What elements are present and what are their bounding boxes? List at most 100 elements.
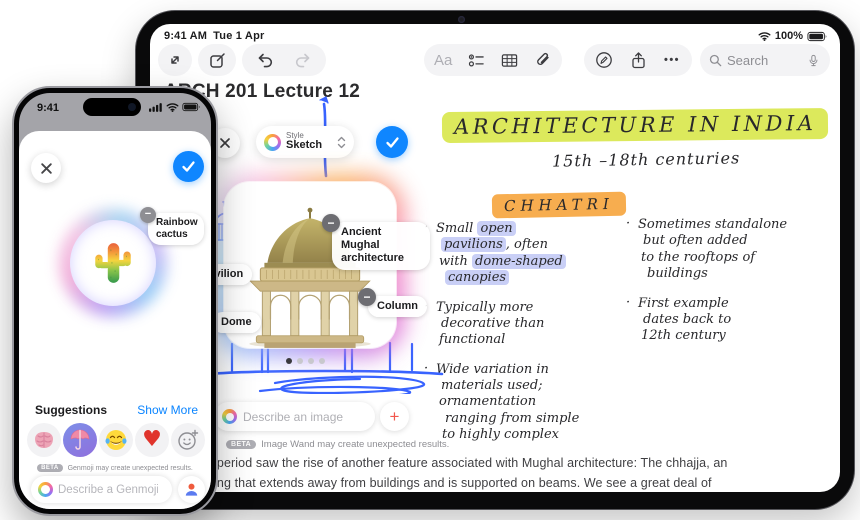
- tag-column[interactable]: − Column: [358, 288, 427, 318]
- undo-redo-group: [242, 44, 326, 76]
- ipad-front-camera: [458, 16, 465, 23]
- search-input[interactable]: [727, 52, 803, 68]
- search-field[interactable]: [700, 44, 830, 76]
- genmoji-close-button[interactable]: [31, 153, 61, 183]
- wifi-icon: [758, 32, 771, 41]
- minimize-icon: [171, 56, 179, 64]
- page-dot[interactable]: [319, 358, 325, 364]
- note-bullets-left: ·Small openpavilions, oftenwith dome-sha…: [424, 220, 631, 457]
- page-dot[interactable]: [308, 358, 314, 364]
- add-to-image-button[interactable]: +: [380, 402, 409, 431]
- body-text-line: ning that extends away from buildings an…: [207, 476, 712, 490]
- battery-icon: [807, 31, 827, 41]
- iphone-screen: 9:41 − Rainbow cactus Suggestions Show M…: [19, 93, 211, 509]
- people-button[interactable]: [178, 476, 205, 503]
- show-more-button[interactable]: Show More: [137, 403, 198, 417]
- close-icon: [40, 162, 52, 174]
- genmoji-beta-note: BETA Genmoji may create unexpected resul…: [19, 464, 211, 472]
- marketing-canvas: 9:41 AM Tue 1 Apr 100% Aa ••• Search ARC…: [0, 0, 860, 520]
- iphone-clock: 9:41: [37, 102, 60, 114]
- page-dots[interactable]: [286, 358, 325, 364]
- rainbow-cactus-genmoji: [95, 243, 131, 283]
- note-bullet: · Sometimes standalone but often added to t…: [626, 216, 788, 282]
- checkmark-icon: [385, 136, 399, 148]
- ipad-date: Tue 1 Apr: [213, 30, 265, 42]
- image-wand-icon: [222, 409, 237, 424]
- person-icon: [185, 483, 198, 496]
- note-heading: ARCHITECTURE IN INDIA: [441, 107, 829, 144]
- chevron-up-down-icon: [337, 136, 346, 148]
- image-wand-beta-note: BETA Image Wand may create unexpected re…: [226, 439, 449, 450]
- beta-text: Image Wand may create unexpected results…: [261, 439, 450, 450]
- ipad-screen: 9:41 AM Tue 1 Apr 100% Aa ••• Search ARC…: [150, 24, 840, 492]
- format-tools-group: Aa: [424, 44, 562, 76]
- note-bullet: · First example dates back to 12th century: [626, 294, 732, 344]
- describe-genmoji-input[interactable]: [58, 483, 158, 496]
- body-text-line: s period saw the rise of another feature…: [207, 456, 728, 470]
- tag-label: Rainbow cactus: [156, 217, 198, 240]
- note-bullets-right: · Sometimes standalone but often added to t…: [626, 216, 833, 358]
- tag-ancient-mughal-architecture[interactable]: − Ancient Mughal architecture: [322, 214, 430, 270]
- remove-tag-icon[interactable]: −: [322, 214, 340, 232]
- genmoji-sheet: − Rainbow cactus Suggestions Show More ♥…: [19, 131, 211, 509]
- remove-tag-icon[interactable]: −: [140, 207, 156, 223]
- checklist-button[interactable]: [462, 44, 490, 76]
- remove-tag-icon[interactable]: −: [358, 288, 376, 306]
- microphone-icon: [809, 54, 818, 66]
- note-bullet: · Wide variation in materials used; ornamen…: [424, 360, 580, 443]
- compose-icon: [209, 52, 225, 68]
- tag-dome[interactable]: Dome: [212, 312, 261, 334]
- tag-label: Ancient Mughal architecture: [341, 226, 404, 265]
- page-dot[interactable]: [286, 358, 292, 364]
- beta-badge: BETA: [37, 464, 63, 472]
- genmoji-icon: [38, 482, 53, 497]
- describe-image-field[interactable]: [214, 402, 375, 431]
- undo-button[interactable]: [251, 44, 279, 76]
- ipad-clock: 9:41 AM: [164, 30, 208, 42]
- plus-icon: +: [389, 406, 400, 426]
- note-bullet: ·Typically moredecorative thanfunctional: [424, 299, 545, 348]
- ipad-status-left: 9:41 AM Tue 1 Apr: [164, 30, 270, 42]
- attachment-button[interactable]: [529, 44, 557, 76]
- minimize-button[interactable]: [158, 44, 192, 76]
- suggestion-emoji-row: ♥: [27, 423, 205, 457]
- ipad-device: 9:41 AM Tue 1 Apr 100% Aa ••• Search ARC…: [135, 10, 855, 510]
- genmoji-confirm-button[interactable]: [173, 151, 204, 182]
- compose-button[interactable]: [198, 44, 236, 76]
- iphone-status-icons: [149, 102, 201, 112]
- note-subheading: 15th –18th centuries: [551, 148, 741, 171]
- tag-rainbow-cactus[interactable]: − Rainbow cactus: [140, 207, 204, 245]
- new-emoji-button[interactable]: [171, 423, 205, 457]
- redo-button[interactable]: [289, 44, 317, 76]
- paperclip-icon: [536, 52, 549, 66]
- more-button[interactable]: •••: [658, 44, 686, 76]
- table-button[interactable]: [496, 44, 524, 76]
- red-heart-emoji[interactable]: ♥: [135, 423, 169, 457]
- image-wand-confirm-button[interactable]: [376, 126, 408, 158]
- wifi-icon: [166, 103, 179, 112]
- page-dot[interactable]: [297, 358, 303, 364]
- image-playground-icon: [264, 133, 281, 151]
- describe-genmoji-field[interactable]: [31, 476, 172, 503]
- brain-genmoji[interactable]: [27, 423, 61, 457]
- more-icon: •••: [663, 54, 681, 66]
- share-icon: [631, 51, 645, 68]
- share-button[interactable]: [624, 44, 652, 76]
- style-value: Sketch: [286, 139, 323, 152]
- table-icon: [501, 53, 518, 67]
- text-format-button[interactable]: Aa: [429, 44, 457, 76]
- umbrella-genmoji[interactable]: [63, 423, 97, 457]
- text-format-icon: Aa: [434, 51, 453, 69]
- ipad-status-right: 100%: [758, 30, 828, 42]
- describe-image-input[interactable]: [243, 409, 353, 424]
- tears-of-joy-emoji[interactable]: [99, 423, 133, 457]
- markup-share-group: •••: [584, 44, 692, 76]
- search-icon: [709, 54, 722, 66]
- battery-percent: 100%: [774, 30, 803, 42]
- style-dropdown[interactable]: Style Sketch: [256, 126, 354, 158]
- markup-button[interactable]: [590, 44, 618, 76]
- note-bullet: ·Small openpavilions, oftenwith dome-sha…: [424, 220, 631, 287]
- beta-text: Genmoji may create unexpected results.: [67, 464, 193, 472]
- beta-badge: BETA: [226, 440, 257, 449]
- iphone-device: 9:41 − Rainbow cactus Suggestions Show M…: [12, 86, 218, 516]
